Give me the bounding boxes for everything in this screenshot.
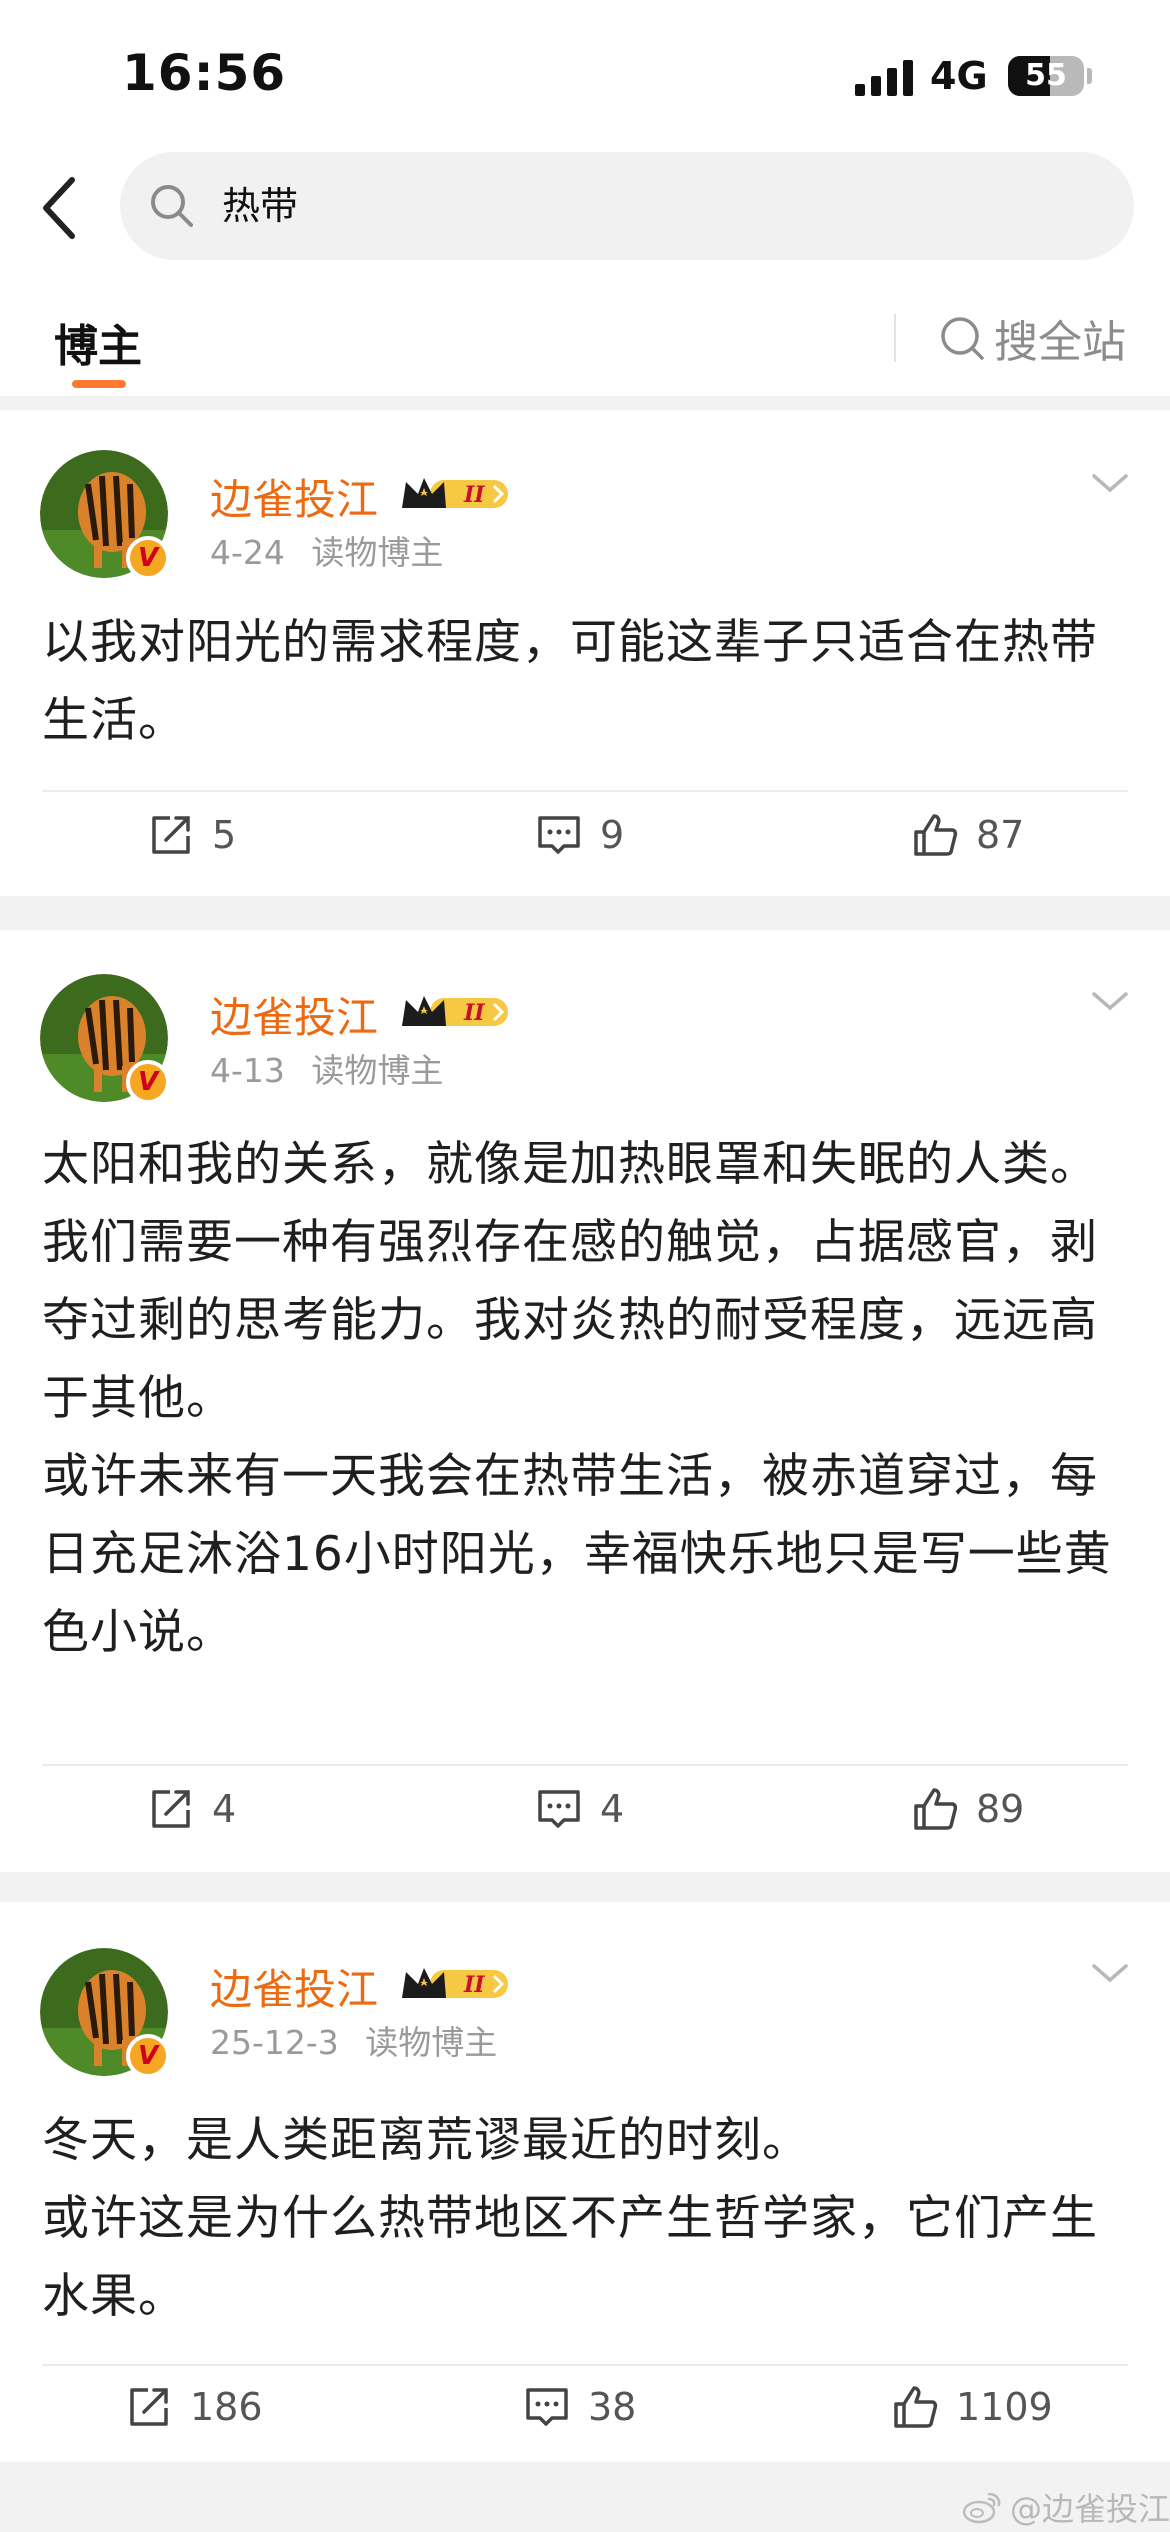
post-content: 太阳和我的关系，就像是加热眼罩和失眠的人类。 我们需要一种有强烈存在感的触觉，占… [42, 1137, 1112, 1660]
tab-active-indicator [72, 380, 126, 388]
section-gap [0, 896, 1170, 930]
comment-icon [538, 816, 580, 854]
author-name[interactable]: 边雀投江 [210, 1956, 378, 2017]
post-date: 25-12-3 [210, 2023, 339, 2062]
chevron-left-icon [43, 177, 75, 239]
crown-vip-badge-icon: II [402, 478, 508, 508]
comment-icon [526, 2388, 568, 2426]
signal-icon [855, 60, 913, 96]
tab-bar: 博主 搜全站 [0, 290, 1170, 396]
like-count: 89 [976, 1787, 1025, 1831]
tab-divider [894, 314, 896, 362]
search-all-button[interactable]: 搜全站 [938, 306, 1126, 370]
author-name[interactable]: 边雀投江 [210, 984, 378, 1045]
repost-icon [130, 2388, 168, 2426]
watermark: @边雀投江 [962, 2484, 1170, 2530]
comment-count: 4 [600, 1787, 625, 1831]
post-card[interactable]: V 边雀投江 II 4-24 读物博主 以我对阳光的需求程度，可能这辈子只适合在… [0, 410, 1170, 896]
search-all-label: 搜全站 [994, 317, 1126, 368]
avatar[interactable]: V [40, 1948, 170, 2078]
comment-button[interactable]: 4 [536, 1786, 624, 1832]
author-name[interactable]: 边雀投江 [210, 466, 378, 527]
comment-count: 38 [588, 2385, 637, 2429]
search-bar[interactable]: 热带 [120, 152, 1134, 260]
comment-button[interactable]: 38 [524, 2384, 636, 2430]
avatar[interactable]: V [40, 974, 170, 1104]
like-count: 1109 [956, 2385, 1053, 2429]
post-meta: 25-12-3 读物博主 [210, 2016, 513, 2064]
search-icon [941, 317, 984, 360]
repost-button[interactable]: 4 [148, 1786, 236, 1832]
post-meta: 4-13 读物博主 [210, 1044, 459, 1092]
post-card[interactable]: V 边雀投江 II 4-13 读物博主 太阳和我的关系，就像是加热眼罩和失眠的人… [0, 930, 1170, 1872]
chevron-down-icon[interactable] [1090, 468, 1130, 498]
comment-count: 9 [600, 813, 625, 857]
battery-level: 55 [1025, 58, 1067, 93]
chevron-down-icon[interactable] [1090, 1958, 1130, 1988]
network-type: 4G [930, 54, 988, 98]
weibo-logo-icon [962, 2492, 1001, 2524]
post-meta: 4-24 读物博主 [210, 526, 459, 574]
like-button[interactable]: 89 [912, 1786, 1024, 1832]
post-divider [42, 2364, 1128, 2366]
post-actions: 5 9 87 [0, 812, 1170, 872]
comment-button[interactable]: 9 [536, 812, 624, 858]
repost-count: 186 [190, 2385, 263, 2429]
vip-level-text: II [463, 1000, 485, 1026]
author-tag: 读物博主 [311, 533, 444, 572]
post-content: 以我对阳光的需求程度，可能这辈子只适合在热带生活。 [42, 615, 1098, 748]
search-icon [151, 185, 193, 227]
like-button[interactable]: 87 [912, 812, 1024, 858]
post-divider [42, 790, 1128, 792]
chevron-down-icon[interactable] [1090, 986, 1130, 1016]
like-count: 87 [976, 813, 1025, 857]
post-date: 4-24 [210, 533, 285, 572]
post-content: 冬天，是人类距离荒谬最近的时刻。 或许这是为什么热带地区不产生哲学家，它们产生水… [42, 2113, 1098, 2324]
crown-vip-badge-icon: II [402, 996, 508, 1026]
thumbs-up-icon [914, 814, 958, 856]
author-tag: 读物博主 [365, 2023, 498, 2062]
thumbs-up-icon [914, 1788, 958, 1830]
battery-cap [1087, 68, 1092, 84]
repost-button[interactable]: 186 [126, 2384, 263, 2430]
crown-vip-badge-icon: II [402, 1968, 508, 1998]
post-card[interactable]: V 边雀投江 II 25-12-3 读物博主 冬天，是人类距离荒谬最近的时刻。 … [0, 1902, 1170, 2462]
section-gap [0, 1872, 1170, 1902]
verified-badge: V [126, 536, 170, 580]
like-button[interactable]: 1109 [892, 2384, 1053, 2430]
repost-icon [152, 816, 190, 854]
post-actions: 186 38 1109 [0, 2384, 1170, 2444]
back-button[interactable] [28, 168, 88, 248]
post-date: 4-13 [210, 1051, 285, 1090]
repost-button[interactable]: 5 [148, 812, 236, 858]
section-gap [0, 396, 1170, 410]
battery-icon: 55 [1008, 56, 1084, 96]
verified-badge: V [126, 1060, 170, 1104]
repost-count: 4 [212, 1787, 237, 1831]
vip-level-text: II [463, 1972, 485, 1998]
tab-bloggers[interactable]: 博主 [54, 310, 142, 374]
verified-badge: V [126, 2034, 170, 2078]
status-time: 16:56 [122, 44, 287, 102]
watermark-text: @边雀投江 [1010, 2490, 1170, 2528]
vip-level-text: II [463, 482, 485, 508]
repost-icon [152, 1790, 190, 1828]
repost-count: 5 [212, 813, 237, 857]
search-input[interactable]: 热带 [222, 152, 298, 260]
thumbs-up-icon [894, 2386, 938, 2428]
post-actions: 4 4 89 [0, 1786, 1170, 1846]
avatar[interactable]: V [40, 450, 170, 580]
comment-icon [538, 1790, 580, 1828]
author-tag: 读物博主 [311, 1051, 444, 1090]
status-bar: 16:56 4G 55 [0, 0, 1170, 150]
post-divider [42, 1764, 1128, 1766]
